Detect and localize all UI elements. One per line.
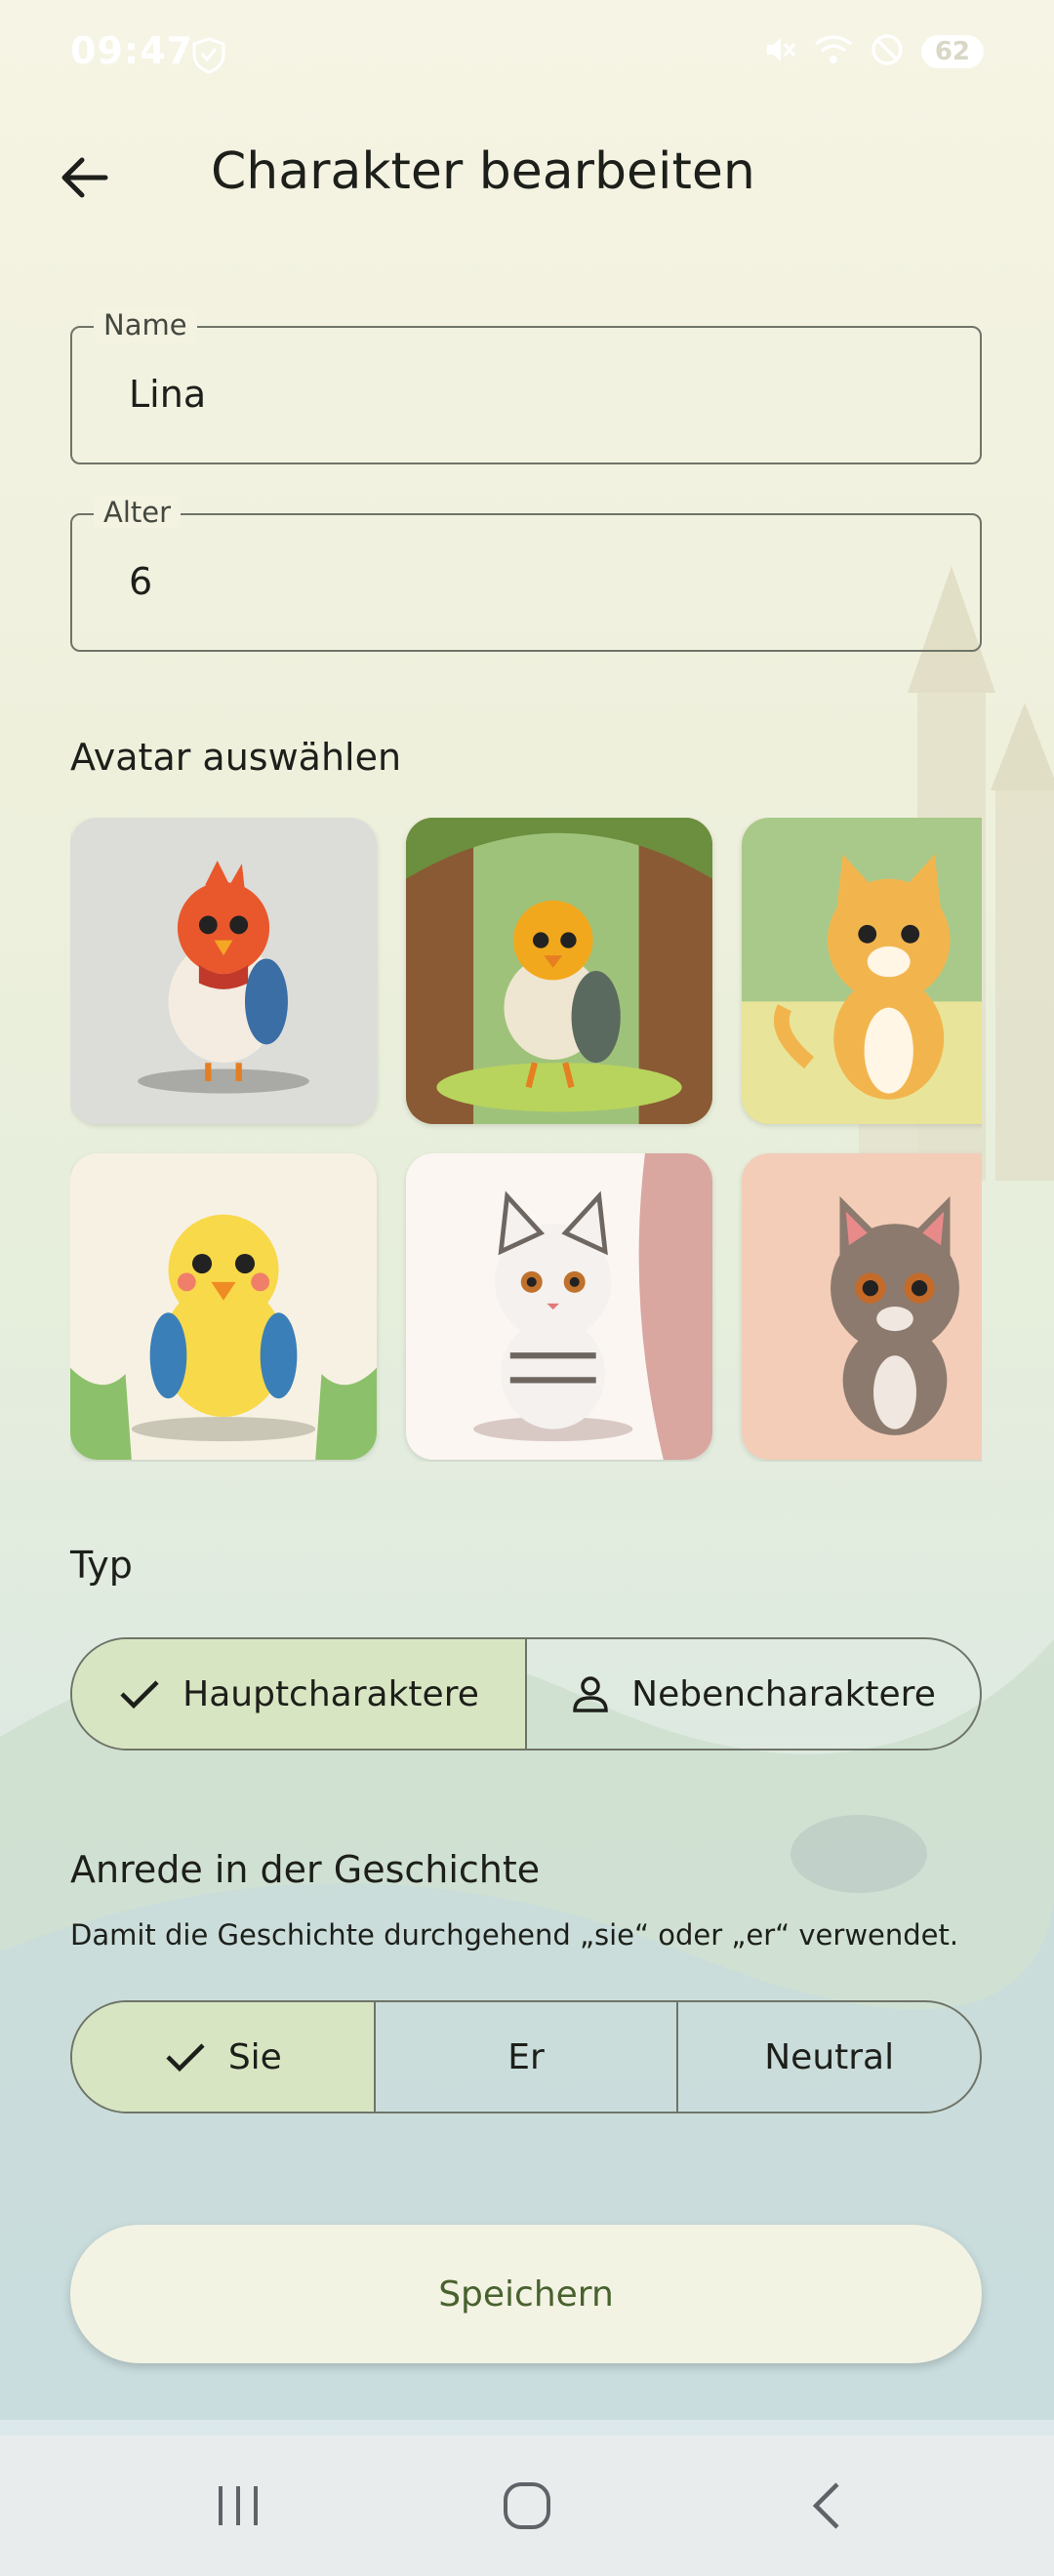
save-button[interactable]: Speichern bbox=[70, 2225, 982, 2363]
grey-cat-avatar-icon bbox=[742, 1153, 982, 1460]
status-time: 09:47 bbox=[70, 29, 193, 72]
battery-indicator: 62 bbox=[920, 35, 984, 68]
orange-cat-avatar-icon bbox=[742, 818, 982, 1124]
recent-apps-icon bbox=[219, 2486, 258, 2525]
pronoun-option-sie-label: Sie bbox=[227, 2036, 282, 2077]
avatar-orange-cat[interactable] bbox=[742, 818, 982, 1124]
yellow-chick-avatar-icon bbox=[70, 1153, 377, 1460]
pronoun-option-er[interactable]: Er bbox=[376, 2002, 679, 2112]
type-segmented-control[interactable]: Hauptcharaktere Nebencharaktere bbox=[70, 1637, 982, 1751]
type-option-side-label: Nebencharaktere bbox=[631, 1673, 936, 1714]
check-icon bbox=[120, 1680, 159, 1710]
shield-icon bbox=[191, 37, 226, 78]
system-navigation-bar bbox=[0, 2435, 1054, 2576]
type-option-main-label: Hauptcharaktere bbox=[182, 1673, 479, 1714]
type-option-side[interactable]: Nebencharaktere bbox=[527, 1639, 980, 1749]
avatar-grid[interactable] bbox=[70, 818, 982, 1462]
arrow-left-icon bbox=[61, 157, 108, 198]
page-title: Charakter bearbeiten bbox=[211, 142, 755, 201]
wifi-icon bbox=[814, 34, 853, 69]
pronoun-option-neutral[interactable]: Neutral bbox=[678, 2002, 980, 2112]
pronoun-segmented-control[interactable]: Sie Er Neutral bbox=[70, 2000, 982, 2113]
system-back-button[interactable] bbox=[794, 2476, 857, 2535]
red-bird-avatar-icon bbox=[70, 818, 377, 1124]
pronoun-option-er-label: Er bbox=[507, 2036, 545, 2077]
pronoun-option-sie[interactable]: Sie bbox=[72, 2002, 376, 2112]
name-field[interactable]: Name Lina bbox=[70, 308, 982, 464]
type-section-title: Typ bbox=[70, 1544, 133, 1587]
mute-icon bbox=[763, 33, 796, 70]
status-bar: 09:47 62 bbox=[0, 0, 1054, 112]
avatar-tabby-cat[interactable] bbox=[406, 1153, 712, 1460]
avatar-red-bird[interactable] bbox=[70, 818, 377, 1124]
home-button[interactable] bbox=[496, 2476, 558, 2535]
avatar-grey-cat[interactable] bbox=[742, 1153, 982, 1460]
person-icon bbox=[573, 1676, 608, 1712]
pronoun-section-title: Anrede in der Geschichte bbox=[70, 1848, 541, 1891]
recent-apps-button[interactable] bbox=[207, 2476, 269, 2535]
age-field[interactable]: Alter 6 bbox=[70, 496, 982, 652]
do-not-disturb-icon bbox=[871, 33, 904, 70]
type-option-main[interactable]: Hauptcharaktere bbox=[72, 1639, 527, 1749]
avatar-forest-bird[interactable] bbox=[406, 818, 712, 1124]
pronoun-hint-text: Damit die Geschichte durchgehend „sie“ o… bbox=[70, 1918, 959, 1952]
forest-bird-avatar-icon bbox=[406, 818, 712, 1124]
age-field-label: Alter bbox=[94, 496, 182, 529]
back-button[interactable] bbox=[49, 142, 119, 213]
home-icon bbox=[504, 2482, 550, 2529]
avatar-yellow-chick[interactable] bbox=[70, 1153, 377, 1460]
pronoun-option-neutral-label: Neutral bbox=[764, 2036, 895, 2077]
tabby-cat-avatar-icon bbox=[406, 1153, 712, 1460]
name-field-label: Name bbox=[94, 308, 197, 342]
check-icon bbox=[166, 2043, 205, 2073]
name-field-value[interactable]: Lina bbox=[129, 373, 206, 416]
age-field-value[interactable]: 6 bbox=[129, 560, 152, 603]
chevron-left-icon bbox=[812, 2482, 839, 2529]
avatar-section-title: Avatar auswählen bbox=[70, 736, 402, 779]
